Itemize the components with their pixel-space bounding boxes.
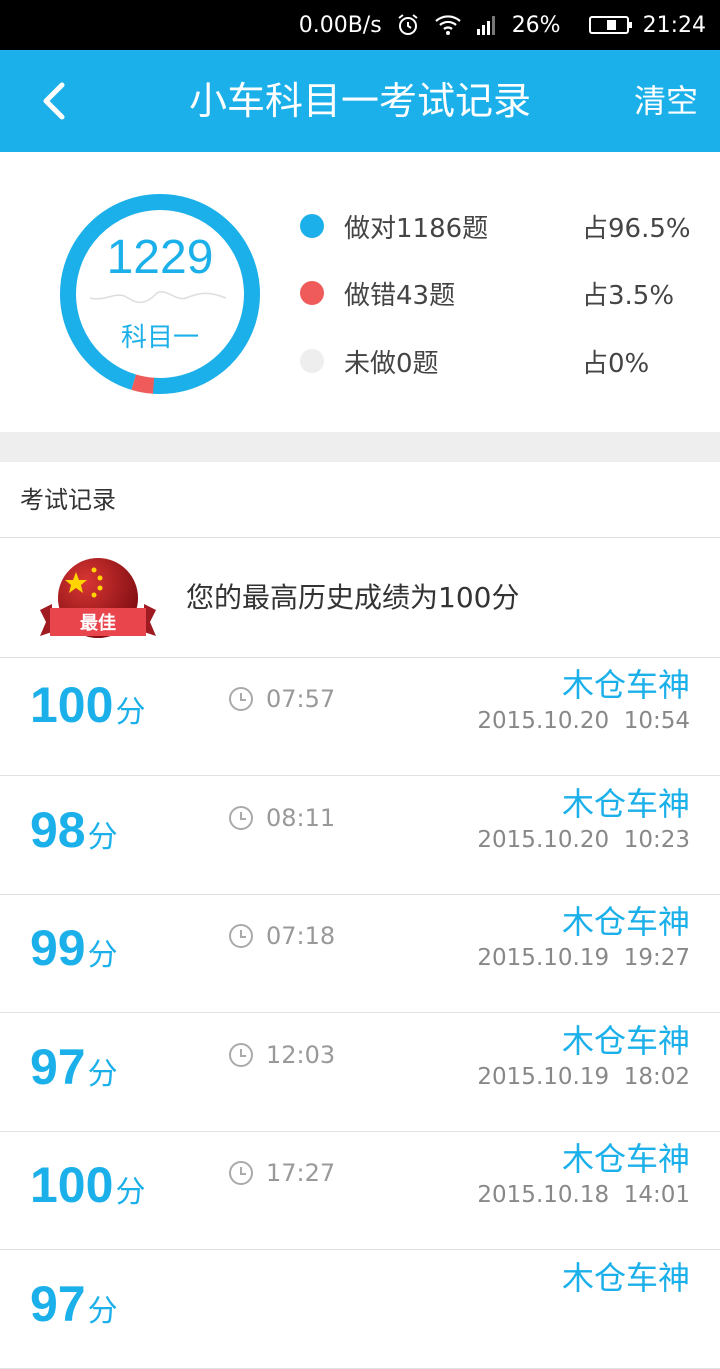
legend-undone: 未做0题 占0%: [300, 341, 700, 381]
legend-percent: 占96.5%: [582, 213, 691, 244]
record-score: 98分: [30, 795, 118, 865]
correct-dot-icon: [300, 214, 324, 238]
record-duration: 07:57: [228, 684, 335, 714]
clock-icon: [229, 1042, 253, 1067]
signal-icon: [476, 14, 498, 36]
record-score: 100分: [30, 670, 145, 740]
record-row[interactable]: 97分 木仓车神: [0, 1251, 720, 1369]
record-user: 木仓车神: [561, 1258, 690, 1297]
record-row[interactable]: 100分 07:57 木仓车神 2015.10.20 10:54: [0, 658, 720, 776]
best-score-text: 您的最高历史成绩为100分: [186, 581, 520, 614]
record-user: 木仓车神: [561, 1021, 690, 1060]
clock-time: 21:24: [642, 12, 706, 38]
score-unit: 分: [87, 938, 118, 973]
section-title: 考试记录: [0, 462, 720, 538]
clock-icon: [229, 924, 253, 948]
record-user: 木仓车神: [561, 903, 690, 941]
alarm-icon: [396, 13, 420, 37]
duration-text: 12:03: [266, 1040, 336, 1069]
score-unit: 分: [87, 1056, 118, 1092]
back-button[interactable]: [26, 74, 80, 128]
record-row[interactable]: 98分 08:11 木仓车神 2015.10.20 10:23: [0, 777, 720, 895]
duration-text: 07:57: [266, 685, 336, 713]
best-badge-text: 最佳: [80, 612, 116, 634]
record-duration: 07:18: [228, 921, 335, 951]
record-duration: 08:11: [228, 803, 335, 833]
summary-panel: 1229 科目一 做对1186题 占96.5% 做错43题 占3.5% 未做0题…: [0, 152, 720, 432]
total-questions: 1229: [106, 231, 214, 284]
clock-icon: [229, 1161, 253, 1185]
record-duration: 17:27: [228, 1158, 335, 1188]
wifi-icon: [434, 14, 462, 36]
section-divider: [0, 432, 720, 462]
record-duration: 12:03: [228, 1040, 335, 1070]
record-date: 2015.10.20 10:54: [477, 708, 690, 734]
record-row[interactable]: 99分 07:18 木仓车神 2015.10.19 19:27: [0, 895, 720, 1013]
score-value: 98: [30, 801, 86, 858]
legend-percent: 占0%: [582, 348, 650, 379]
ring-correct-arc: [60, 194, 260, 394]
duration-text: 07:18: [266, 922, 336, 950]
legend-correct: 做对1186题 占96.5%: [300, 206, 700, 246]
record-date: 2015.10.18 14:01: [477, 1182, 690, 1208]
legend-wrong: 做错43题 占3.5%: [300, 273, 700, 313]
chevron-left-icon: [43, 82, 65, 120]
record-row[interactable]: 100分 17:27 木仓车神 2015.10.18 14:01: [0, 1132, 720, 1250]
record-score: 97分: [30, 1032, 118, 1102]
wrong-dot-icon: [300, 281, 324, 305]
best-badge-icon: 最佳: [40, 558, 156, 638]
record-score: 100分: [30, 1150, 145, 1220]
app-bar: 小车科目一考试记录 清空: [0, 50, 720, 152]
score-value: 97: [30, 1275, 86, 1332]
legend-percent: 占3.5%: [582, 280, 675, 311]
record-date: 2015.10.19 18:02: [477, 1063, 690, 1090]
ring-wave-decoration: [89, 291, 227, 304]
duration-text: 17:27: [266, 1159, 336, 1187]
legend-label: 未做0题: [344, 348, 439, 379]
clear-button[interactable]: 清空: [634, 50, 698, 152]
score-unit: 分: [115, 1175, 146, 1210]
score-unit: 分: [87, 819, 118, 855]
score-value: 97: [30, 1038, 86, 1095]
score-value: 100: [30, 677, 114, 733]
battery-percent: 26%: [511, 12, 561, 38]
record-user: 木仓车神: [561, 666, 690, 704]
score-unit: 分: [87, 1293, 118, 1329]
subject-label: 科目一: [120, 323, 199, 353]
net-speed: 0.00B/s: [298, 12, 382, 38]
undone-dot-icon: [300, 349, 324, 373]
battery-icon: [575, 16, 632, 34]
clock-icon: [229, 687, 253, 711]
accuracy-ring-chart: [60, 194, 260, 394]
legend-label: 做错43题: [344, 280, 456, 311]
record-row[interactable]: 97分 12:03 木仓车神 2015.10.19 18:02: [0, 1014, 720, 1132]
status-bar: 0.00B/s 26% 21:24: [0, 0, 720, 50]
page-title: 小车科目一考试记录: [188, 79, 531, 123]
record-date: 2015.10.19 19:27: [477, 945, 690, 971]
score-value: 100: [30, 1157, 114, 1213]
score-value: 99: [30, 920, 86, 976]
record-user: 木仓车神: [561, 1140, 690, 1178]
record-user: 木仓车神: [561, 784, 690, 823]
record-score: 97分: [30, 1269, 118, 1339]
record-score: 99分: [30, 913, 118, 983]
duration-text: 08:11: [266, 803, 336, 832]
best-score-row: 最佳 您的最高历史成绩为100分: [0, 538, 720, 658]
clock-icon: [229, 805, 253, 830]
legend-label: 做对1186题: [344, 213, 489, 244]
record-date: 2015.10.20 10:23: [477, 826, 690, 853]
score-unit: 分: [115, 695, 146, 730]
